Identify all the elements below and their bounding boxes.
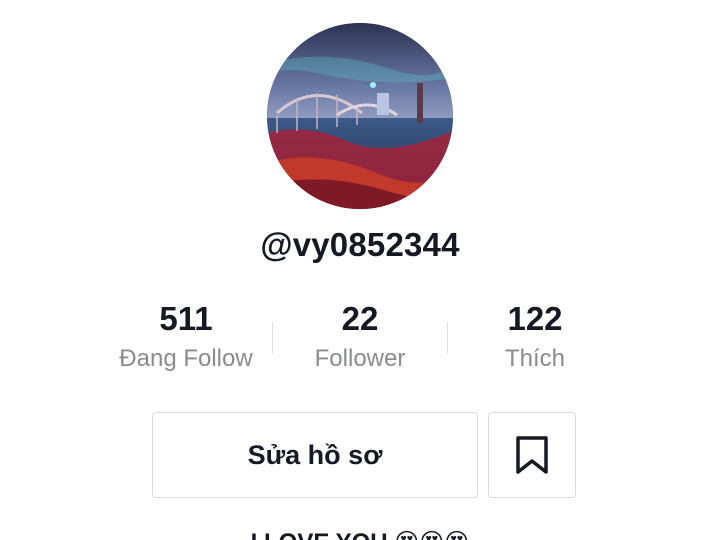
profile-page: @vy0852344 511 Đang Follow 22 Follower 1… xyxy=(0,0,720,540)
profile-bio: I LOVE YOU 😍😍😍 xyxy=(0,528,720,540)
following-label: Đang Follow xyxy=(119,345,253,372)
following-count: 511 xyxy=(159,300,213,337)
stat-followers[interactable]: 22 Follower xyxy=(270,298,450,378)
username: @vy0852344 xyxy=(260,226,460,263)
profile-stats: 511 Đang Follow 22 Follower 122 Thích xyxy=(0,298,720,378)
favorites-button[interactable] xyxy=(488,412,576,498)
edit-profile-button[interactable]: Sửa hồ sơ xyxy=(152,412,478,498)
stat-following[interactable]: 511 Đang Follow xyxy=(96,298,276,378)
followers-label: Follower xyxy=(314,345,406,372)
likes-label: Thích xyxy=(504,345,566,372)
bookmark-icon xyxy=(516,436,548,474)
avatar[interactable] xyxy=(267,23,453,209)
avatar-image xyxy=(267,23,453,209)
stat-likes[interactable]: 122 Thích xyxy=(445,298,625,378)
followers-count: 22 xyxy=(341,300,379,337)
likes-count: 122 xyxy=(507,300,563,337)
